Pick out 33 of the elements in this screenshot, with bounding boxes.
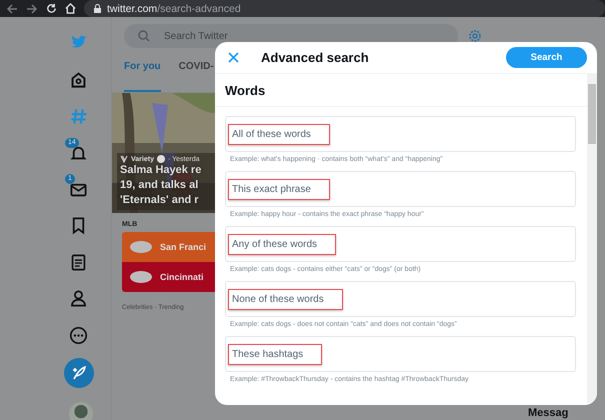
profile-icon[interactable]	[68, 289, 88, 308]
input-field[interactable]: None of these words	[225, 281, 576, 317]
tab[interactable]: COVID-	[178, 48, 214, 92]
team-row[interactable]: Cincinnati	[122, 262, 215, 292]
messages-heading[interactable]: Messag	[528, 407, 568, 420]
compose-button[interactable]	[64, 358, 94, 388]
team-name: San Franci	[160, 242, 206, 252]
team-name: Cincinnati	[160, 272, 204, 282]
lock-icon	[94, 4, 101, 13]
team-row[interactable]: San Franci	[122, 232, 215, 262]
reload-icon[interactable]	[46, 3, 57, 14]
feather-icon	[72, 366, 86, 380]
scrollbar[interactable]	[587, 74, 597, 403]
settings-icon[interactable]	[468, 29, 482, 43]
back-icon[interactable]	[6, 4, 18, 14]
close-icon[interactable]	[228, 52, 239, 63]
headline[interactable]: Salma Hayek re	[120, 163, 215, 178]
avatar[interactable]	[69, 402, 93, 420]
input-field[interactable]: Any of these words	[225, 226, 576, 262]
address-bar[interactable]: twitter.com/search-advanced	[84, 0, 605, 17]
input-field[interactable]: This exact phrase	[225, 171, 576, 207]
more-icon[interactable]	[68, 326, 88, 345]
forward-icon[interactable]	[26, 4, 38, 14]
input-field[interactable]: All of these words	[225, 116, 576, 152]
input-field[interactable]: These hashtags	[225, 336, 576, 372]
section-heading: Words	[225, 82, 266, 98]
home-icon[interactable]	[68, 70, 88, 90]
logo-icon	[120, 155, 128, 163]
search-icon	[138, 30, 150, 42]
headline[interactable]: 19, and talks al	[120, 178, 215, 193]
list-icon[interactable]	[68, 252, 88, 272]
dialog-title: Advanced search	[261, 50, 370, 65]
home-icon[interactable]	[65, 3, 76, 14]
